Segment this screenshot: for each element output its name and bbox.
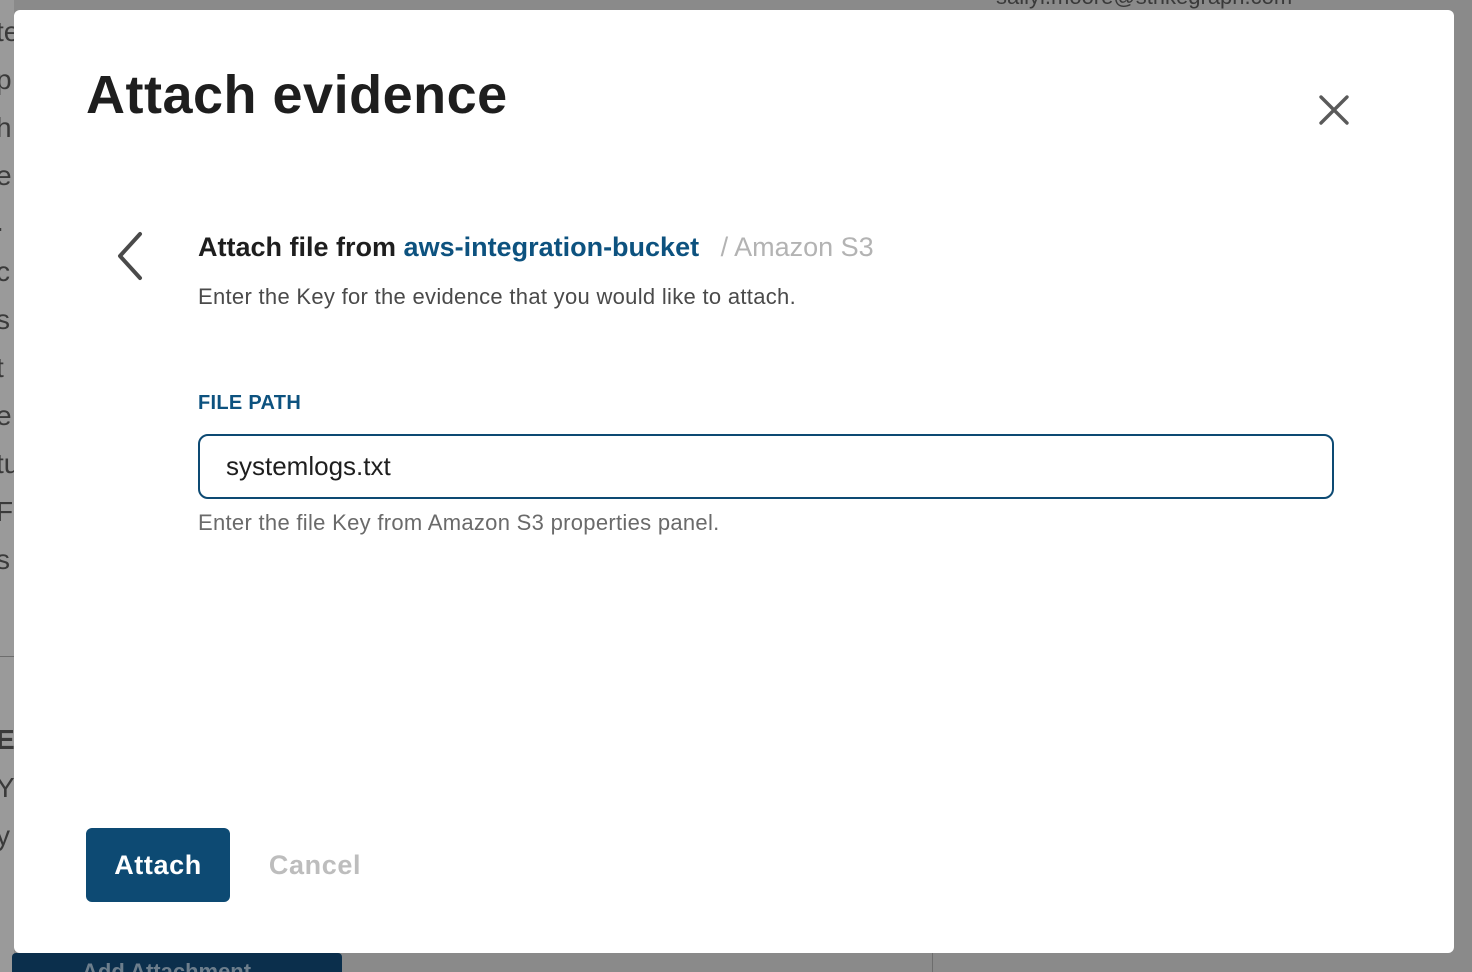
background-text: e [0,160,12,191]
background-text: F [0,496,14,527]
background-user-email: sallyl.moore@strikegraph.com [996,0,1292,10]
close-icon [1319,95,1349,125]
heading-prefix: Attach file from [198,232,397,262]
background-add-attachment-label: Add Attachment [82,959,252,972]
attach-button[interactable]: Attach [86,828,230,902]
background-add-attachment-button: Add Attachment [12,953,342,972]
close-button[interactable] [1314,90,1354,130]
background-text: Y [0,772,14,803]
bucket-name-link[interactable]: aws-integration-bucket [404,232,700,262]
file-path-help-text: Enter the file Key from Amazon S3 proper… [198,510,720,535]
background-divider [932,953,933,972]
background-text: te [0,16,14,47]
background-text: s [0,544,10,575]
back-button[interactable] [110,228,150,284]
file-path-label: FILE PATH [198,392,302,414]
background-text: e [0,400,12,431]
chevron-left-icon [118,232,142,280]
modal-description: Enter the Key for the evidence that you … [198,284,796,309]
service-label: / Amazon S3 [720,232,874,262]
background-text: h [0,112,12,143]
modal-title: Attach evidence [86,65,508,125]
background-text: y [0,820,10,851]
background-text: E [0,724,14,755]
attach-evidence-modal: Attach evidence Attach file from aws-int… [14,10,1454,953]
background-text: t [0,354,4,382]
background-page-edge: te p h e . c s t e tu F s E Y y [0,0,14,972]
background-divider [0,656,14,657]
source-heading: Attach file from aws-integration-bucket … [198,230,874,264]
background-text: tu [0,448,14,479]
background-text: s [0,304,10,335]
background-text: c [0,256,10,287]
file-path-input[interactable] [198,434,1334,499]
background-text: p [0,64,12,95]
background-text: . [0,208,4,236]
cancel-button[interactable]: Cancel [250,828,380,902]
